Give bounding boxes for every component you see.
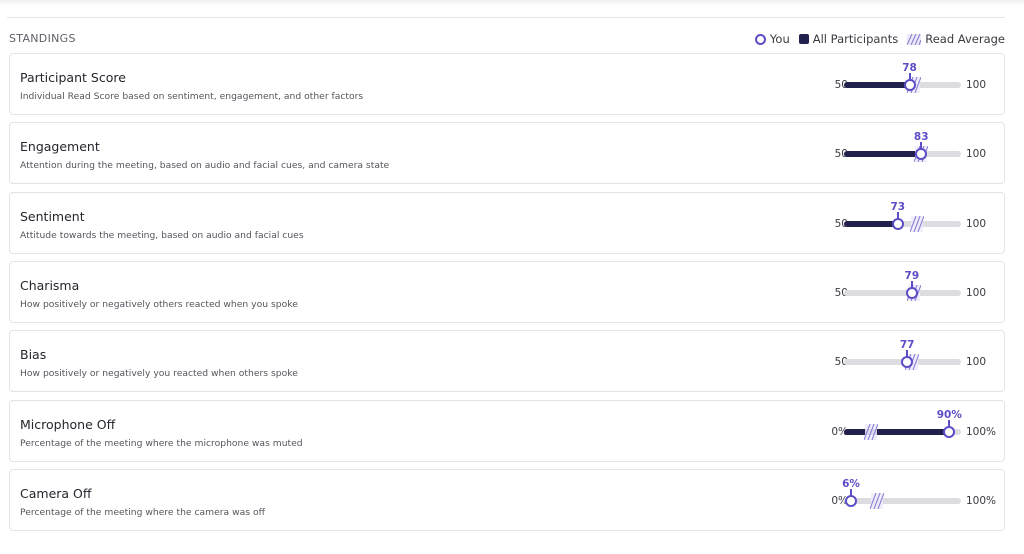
all-participants-bar xyxy=(844,429,950,435)
top-shadow xyxy=(0,0,1024,6)
you-score-value: 83 xyxy=(913,131,929,143)
read-average-hatch-icon xyxy=(863,424,878,440)
gauge-track xyxy=(844,498,961,504)
read-average-hatch-icon xyxy=(909,216,924,232)
metric-description: How positively or negatively you reacted… xyxy=(20,368,298,379)
metric-description: Individual Read Score based on sentiment… xyxy=(20,91,364,102)
metric-card: Participant Score Individual Read Score b… xyxy=(9,53,1005,115)
all-participants-swatch-icon xyxy=(798,34,809,44)
score-gauge: 50 79 100 xyxy=(810,262,1006,324)
all-participants-bar xyxy=(844,151,922,157)
you-score-value: 79 xyxy=(904,270,920,282)
standings-header: STANDINGS You All Participants Read Aver… xyxy=(9,30,1005,48)
score-gauge: 50 78 100 xyxy=(810,54,1006,116)
you-score-value: 6% xyxy=(842,478,860,490)
metric-title: Charisma xyxy=(20,278,80,293)
metric-card: Bias How positively or negatively you rea… xyxy=(9,330,1005,392)
metric-card: Charisma How positively or negatively oth… xyxy=(9,261,1005,323)
metric-title: Sentiment xyxy=(20,209,85,224)
you-marker-icon xyxy=(943,426,956,438)
metric-card: Microphone Off Percentage of the meeting … xyxy=(9,400,1005,462)
legend-all-participants: All Participants xyxy=(798,32,899,46)
gauge-max-label: 100 xyxy=(966,356,987,368)
score-gauge: 0% 90% 100% xyxy=(810,401,1006,463)
gauge-max-label: 100 xyxy=(966,79,987,91)
gauge-max-label: 100 xyxy=(966,218,987,230)
you-marker-icon xyxy=(891,218,904,230)
gauge-max-label: 100% xyxy=(966,426,997,438)
metric-description: Percentage of the meeting where the micr… xyxy=(20,438,303,449)
metric-description: How positively or negatively others reac… xyxy=(20,299,298,310)
metric-title: Bias xyxy=(20,347,47,362)
metric-description: Attitude towards the meeting, based on a… xyxy=(20,230,304,241)
you-marker-icon xyxy=(754,33,766,45)
metric-card: Engagement Attention during the meeting, … xyxy=(9,122,1005,184)
legend-all-label: All Participants xyxy=(812,32,899,46)
gauge-max-label: 100 xyxy=(966,148,987,160)
top-divider xyxy=(7,17,1005,18)
metric-title: Microphone Off xyxy=(20,417,116,432)
all-participants-bar xyxy=(844,221,898,227)
you-marker-icon xyxy=(905,287,918,299)
you-score-value: 78 xyxy=(902,62,917,74)
score-gauge: 50 83 100 xyxy=(810,123,1006,185)
metric-title: Engagement xyxy=(20,139,100,154)
score-gauge: 50 73 100 xyxy=(810,193,1006,255)
gauge-track xyxy=(844,290,961,296)
read-average-hatch-icon xyxy=(907,33,922,45)
metric-description: Attention during the meeting, based on a… xyxy=(20,160,390,171)
metric-card: Sentiment Attitude towards the meeting, b… xyxy=(9,192,1005,254)
you-score-value: 77 xyxy=(899,339,915,351)
you-marker-icon xyxy=(845,495,858,507)
you-marker-icon xyxy=(903,79,916,91)
legend-avg-label: Read Average xyxy=(925,32,1005,46)
you-score-value: 73 xyxy=(890,201,906,213)
score-gauge: 50 77 100 xyxy=(810,331,1006,393)
you-score-value: 90% xyxy=(936,409,962,421)
legend: You All Participants Read Average xyxy=(746,30,1005,48)
metric-title: Camera Off xyxy=(20,486,92,501)
metric-description: Percentage of the meeting where the came… xyxy=(20,507,265,518)
all-participants-bar xyxy=(844,82,910,88)
legend-you-label: You xyxy=(769,32,790,46)
section-title: STANDINGS xyxy=(9,32,76,45)
score-gauge: 0% 6% 100% xyxy=(810,470,1006,532)
gauge-max-label: 100% xyxy=(966,495,997,507)
legend-you: You xyxy=(754,32,790,46)
gauge-max-label: 100 xyxy=(966,287,987,299)
read-average-hatch-icon xyxy=(869,493,884,509)
legend-read-average: Read Average xyxy=(907,32,1005,46)
metric-card: Camera Off Percentage of the meeting wher… xyxy=(9,469,1005,531)
metric-title: Participant Score xyxy=(20,70,126,85)
